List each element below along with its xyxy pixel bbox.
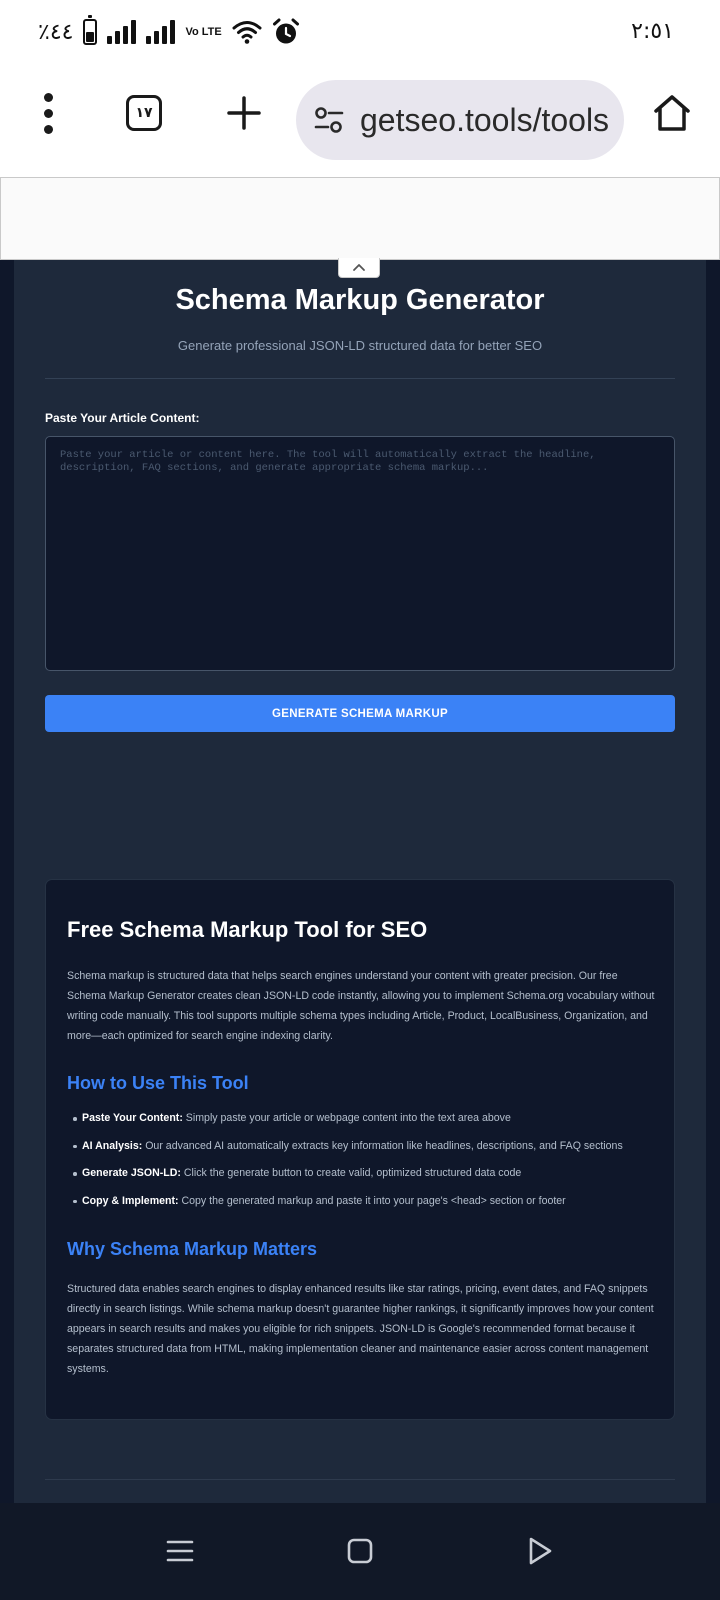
list-item: Paste Your Content: Simply paste your ar… bbox=[67, 1110, 667, 1138]
home-square-icon[interactable] bbox=[332, 1523, 388, 1579]
recent-apps-icon[interactable] bbox=[152, 1523, 208, 1579]
tune-icon[interactable] bbox=[314, 106, 344, 134]
step-text: Click the generate button to create vali… bbox=[180, 1167, 522, 1179]
signal-icon bbox=[146, 20, 176, 44]
clock: ٢:٥١ bbox=[631, 19, 674, 44]
ad-banner bbox=[0, 177, 720, 260]
volte-icon: Vo LTE bbox=[185, 25, 222, 38]
how-to-steps: Paste Your Content: Simply paste your ar… bbox=[67, 1110, 667, 1220]
page-subtitle: Generate professional JSON-LD structured… bbox=[177, 338, 543, 353]
wifi-icon bbox=[232, 21, 262, 44]
signal-icon bbox=[107, 20, 137, 44]
step-text: Copy the generated markup and paste it i… bbox=[178, 1194, 566, 1207]
tab-switcher-button[interactable]: ١٧ bbox=[116, 85, 172, 141]
battery-fill bbox=[86, 32, 95, 42]
plus-icon[interactable] bbox=[216, 85, 272, 141]
how-to-heading: How to Use This Tool bbox=[67, 1073, 249, 1093]
status-left: ٪٤٤ Vo LTE bbox=[38, 14, 300, 50]
browser-toolbar: ١٧ getseo.tools/tools bbox=[0, 64, 720, 177]
step-text: Our advanced AI automatically extracts k… bbox=[142, 1139, 623, 1152]
system-nav-bar bbox=[0, 1503, 720, 1600]
step-label: Paste Your Content: bbox=[82, 1112, 183, 1124]
status-bar: ٪٤٤ Vo LTE ٢:٥١ bbox=[0, 0, 720, 64]
step-text: Simply paste your article or webpage con… bbox=[182, 1112, 511, 1124]
alarm-icon bbox=[272, 18, 299, 44]
list-item: Generate JSON-LD: Click the generate but… bbox=[67, 1165, 667, 1193]
article-input-label: Paste Your Article Content: bbox=[45, 411, 200, 425]
url-text[interactable]: getseo.tools/tools bbox=[360, 80, 610, 160]
address-bar[interactable]: getseo.tools/tools bbox=[296, 80, 624, 160]
battery-icon bbox=[83, 15, 98, 45]
chevron-up-icon[interactable] bbox=[338, 258, 380, 278]
more-vertical-icon[interactable] bbox=[20, 85, 76, 141]
article-content-input[interactable] bbox=[45, 436, 675, 671]
battery-percent: ٪٤٤ bbox=[38, 19, 74, 45]
back-icon[interactable] bbox=[512, 1523, 568, 1579]
generate-schema-button[interactable]: GENERATE SCHEMA MARKUP bbox=[45, 695, 675, 732]
why-text: Structured data enables search engines t… bbox=[67, 1283, 654, 1375]
divider bbox=[45, 1479, 675, 1480]
step-label: Copy & Implement: bbox=[82, 1194, 179, 1207]
list-item: Copy & Implement: Copy the generated mar… bbox=[67, 1193, 667, 1221]
why-heading: Why Schema Markup Matters bbox=[67, 1239, 318, 1259]
info-intro: Schema markup is structured data that he… bbox=[67, 970, 655, 1042]
step-label: AI Analysis: bbox=[82, 1139, 143, 1152]
tab-count: ١٧ bbox=[126, 95, 162, 131]
divider bbox=[45, 378, 675, 379]
page-title: Schema Markup Generator bbox=[175, 284, 545, 316]
info-title: Free Schema Markup Tool for SEO bbox=[67, 917, 428, 942]
step-label: Generate JSON-LD: bbox=[82, 1167, 181, 1179]
list-item: AI Analysis: Our advanced AI automatical… bbox=[67, 1138, 667, 1166]
home-icon[interactable] bbox=[644, 85, 700, 141]
